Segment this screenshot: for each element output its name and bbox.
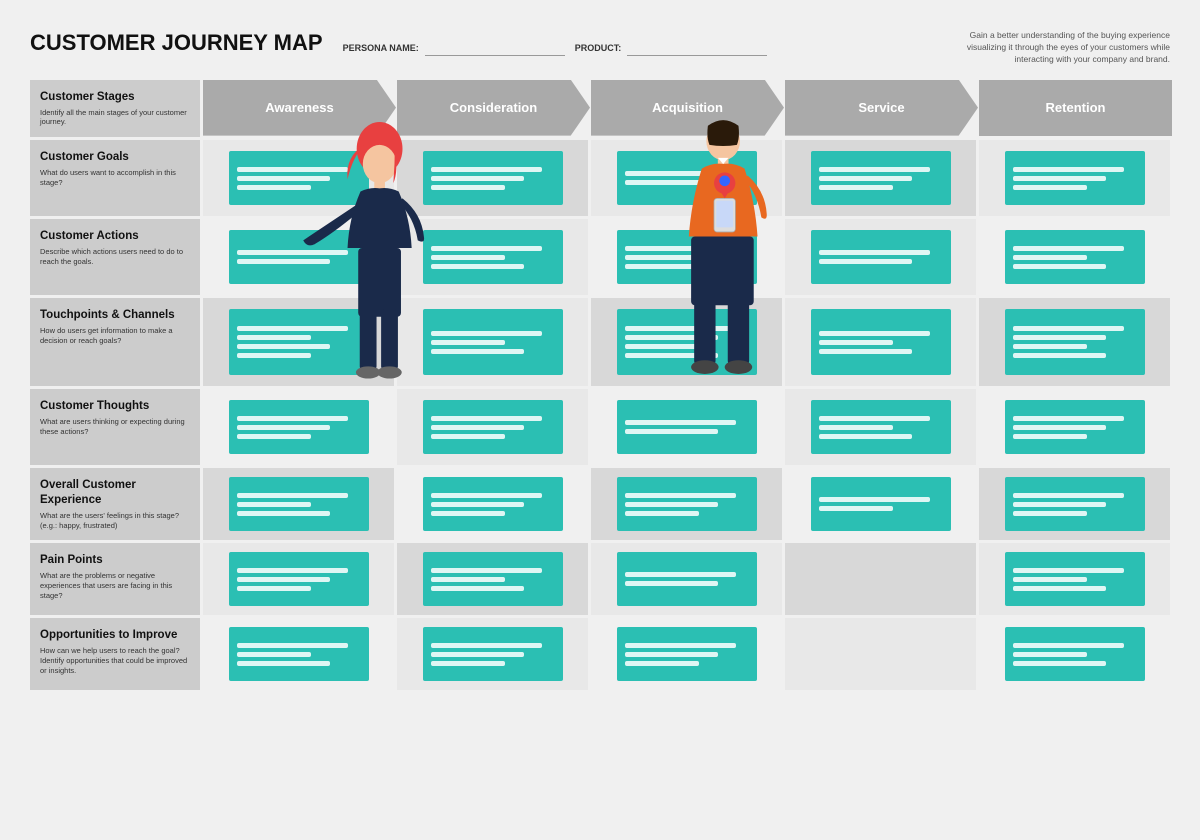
header: CUSTOMER JOURNEY MAP PERSONA NAME: PRODU… (30, 30, 1170, 66)
pain-consideration[interactable] (397, 543, 588, 615)
stage-awareness: Awareness (203, 80, 396, 136)
row-label-customer-stages: Customer Stages Identify all the main st… (30, 80, 200, 137)
product-input[interactable] (627, 40, 767, 56)
row-label-customer-thoughts: Customer Thoughts What are users thinkin… (30, 389, 200, 465)
opp-acquisition[interactable] (591, 618, 782, 690)
journey-map-grid: Customer Stages Identify all the main st… (30, 80, 1170, 691)
goals-consideration-card (423, 151, 563, 205)
thoughts-retention-card (1005, 400, 1145, 454)
thoughts-acquisition-card (617, 400, 757, 454)
experience-acquisition-card (617, 477, 757, 531)
stage-retention: Retention (979, 80, 1172, 136)
actions-awareness[interactable] (203, 219, 394, 295)
thoughts-consideration[interactable] (397, 389, 588, 465)
row-label-overall-experience: Overall Customer Experience What are the… (30, 468, 200, 540)
thoughts-acquisition[interactable] (591, 389, 782, 465)
experience-acquisition[interactable] (591, 468, 782, 540)
touchpoints-consideration[interactable] (397, 298, 588, 386)
stage-service: Service (785, 80, 978, 136)
goals-awareness[interactable] (203, 140, 394, 216)
goals-service[interactable] (785, 140, 976, 216)
touchpoints-retention[interactable] (979, 298, 1170, 386)
opp-service[interactable] (785, 618, 976, 690)
actions-service[interactable] (785, 219, 976, 295)
goals-retention-card (1005, 151, 1145, 205)
touchpoints-acquisition-card (617, 309, 757, 375)
touchpoints-service-card (811, 309, 951, 375)
pain-consideration-card (423, 552, 563, 606)
opp-acquisition-card (617, 627, 757, 681)
opp-consideration-card (423, 627, 563, 681)
experience-service[interactable] (785, 468, 976, 540)
page-title: CUSTOMER JOURNEY MAP (30, 30, 323, 56)
opp-awareness-card (229, 627, 369, 681)
actions-consideration[interactable] (397, 219, 588, 295)
row-label-opportunities: Opportunities to Improve How can we help… (30, 618, 200, 690)
touchpoints-awareness[interactable] (203, 298, 394, 386)
product-field-group: PRODUCT: (575, 40, 768, 56)
goals-consideration[interactable] (397, 140, 588, 216)
thoughts-service-card (811, 400, 951, 454)
touchpoints-service[interactable] (785, 298, 976, 386)
experience-service-card (811, 477, 951, 531)
opp-retention-card (1005, 627, 1145, 681)
actions-consideration-card (423, 230, 563, 284)
pain-retention[interactable] (979, 543, 1170, 615)
row-label-customer-actions: Customer Actions Describe which actions … (30, 219, 200, 295)
thoughts-service[interactable] (785, 389, 976, 465)
thoughts-awareness-card (229, 400, 369, 454)
experience-retention-card (1005, 477, 1145, 531)
opp-retention[interactable] (979, 618, 1170, 690)
experience-awareness[interactable] (203, 468, 394, 540)
actions-retention[interactable] (979, 219, 1170, 295)
touchpoints-acquisition[interactable] (591, 298, 782, 386)
actions-service-card (811, 230, 951, 284)
goals-retention[interactable] (979, 140, 1170, 216)
persona-label: PERSONA NAME: (343, 43, 419, 53)
page: CUSTOMER JOURNEY MAP PERSONA NAME: PRODU… (0, 0, 1200, 840)
persona-input[interactable] (425, 40, 565, 56)
experience-consideration-card (423, 477, 563, 531)
header-description: Gain a better understanding of the buyin… (950, 30, 1170, 66)
actions-awareness-card (229, 230, 369, 284)
actions-acquisition-card (617, 230, 757, 284)
experience-consideration[interactable] (397, 468, 588, 540)
actions-acquisition[interactable] (591, 219, 782, 295)
experience-awareness-card (229, 477, 369, 531)
goals-service-card (811, 151, 951, 205)
thoughts-awareness[interactable] (203, 389, 394, 465)
row-label-pain-points: Pain Points What are the problems or neg… (30, 543, 200, 615)
pain-retention-card (1005, 552, 1145, 606)
goals-acquisition[interactable] (591, 140, 782, 216)
thoughts-consideration-card (423, 400, 563, 454)
header-fields: PERSONA NAME: PRODUCT: Gain a better und… (343, 30, 1170, 66)
pain-awareness-card (229, 552, 369, 606)
touchpoints-awareness-card (229, 309, 369, 375)
actions-retention-card (1005, 230, 1145, 284)
touchpoints-retention-card (1005, 309, 1145, 375)
thoughts-retention[interactable] (979, 389, 1170, 465)
pain-service[interactable] (785, 543, 976, 615)
row-label-customer-goals: Customer Goals What do users want to acc… (30, 140, 200, 216)
goals-acquisition-card (617, 151, 757, 205)
experience-retention[interactable] (979, 468, 1170, 540)
pain-acquisition[interactable] (591, 543, 782, 615)
opp-consideration[interactable] (397, 618, 588, 690)
stage-acquisition: Acquisition (591, 80, 784, 136)
persona-field-group: PERSONA NAME: (343, 40, 565, 56)
pain-awareness[interactable] (203, 543, 394, 615)
touchpoints-consideration-card (423, 309, 563, 375)
opp-awareness[interactable] (203, 618, 394, 690)
stage-consideration: Consideration (397, 80, 590, 136)
goals-awareness-card (229, 151, 369, 205)
pain-acquisition-card (617, 552, 757, 606)
row-label-touchpoints: Touchpoints & Channels How do users get … (30, 298, 200, 386)
product-label: PRODUCT: (575, 43, 622, 53)
